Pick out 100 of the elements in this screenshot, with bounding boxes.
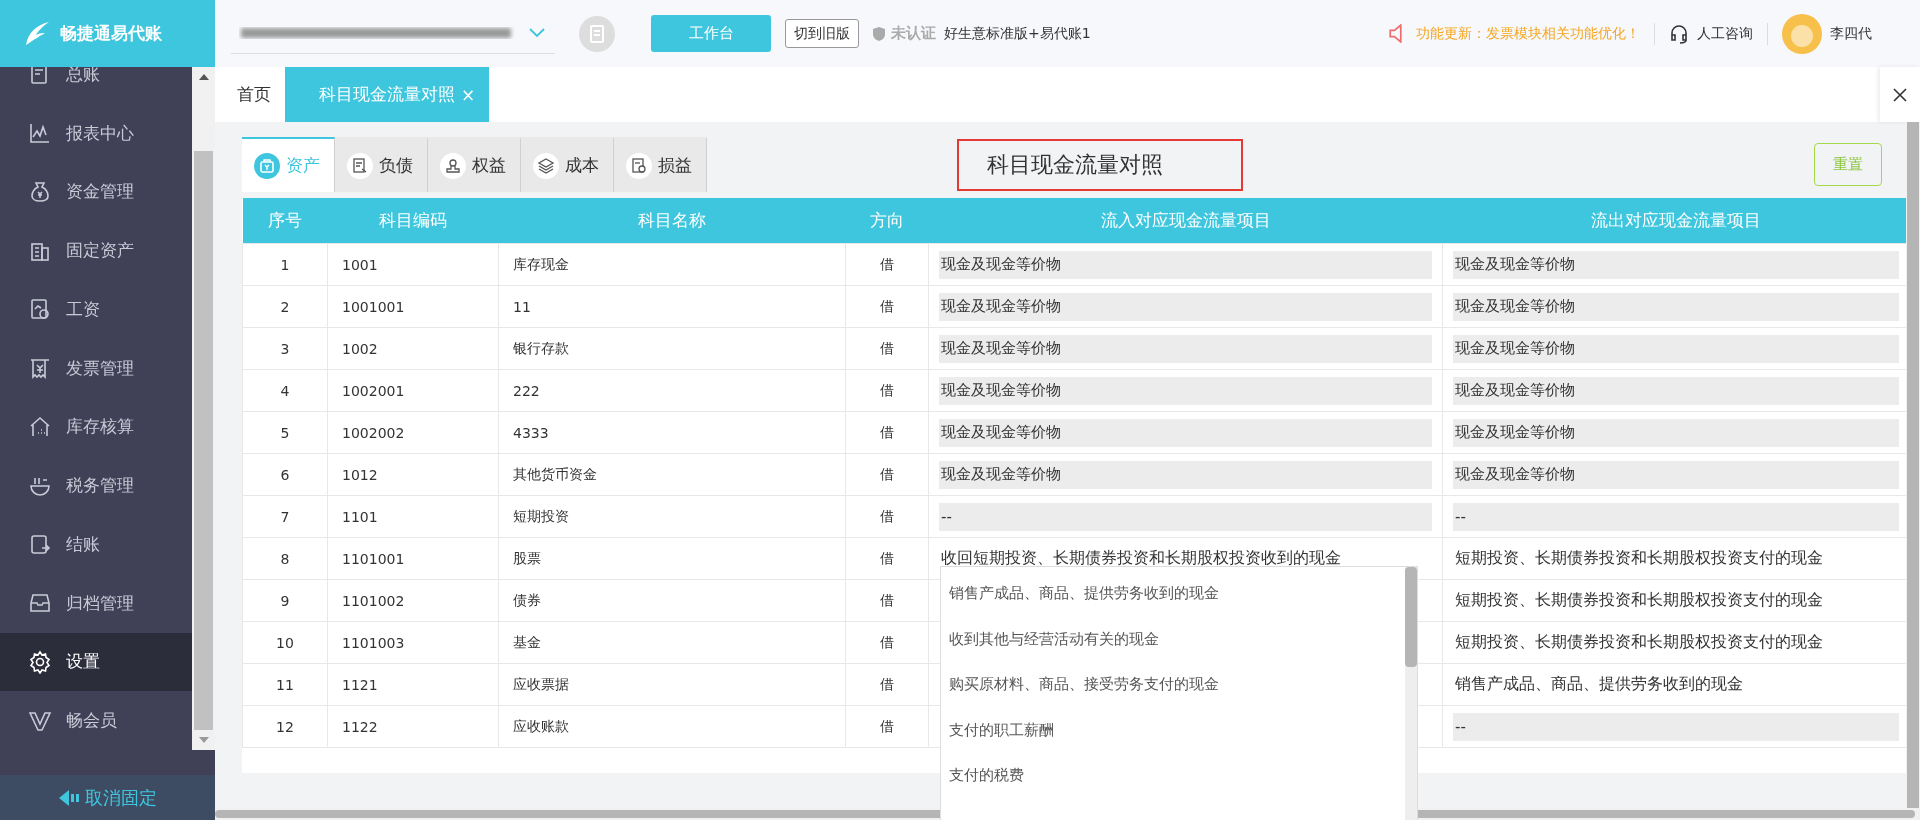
table-cell: 2 <box>242 285 328 328</box>
certification-status: 未认证 <box>891 24 936 43</box>
cash-flow-item[interactable]: 现金及现金等价物 <box>1453 334 1899 363</box>
stamp-icon <box>440 152 466 179</box>
cash-flow-item[interactable]: 现金及现金等价物 <box>939 292 1432 321</box>
sidebar-item[interactable]: 畅会员 <box>0 691 192 750</box>
table-cell: 3 <box>242 327 328 370</box>
receipt-icon <box>626 152 652 179</box>
sidebar-item[interactable]: 设置 <box>0 632 192 692</box>
table-cell: 股票 <box>498 537 846 580</box>
user-name[interactable]: 李四代 <box>1830 24 1872 43</box>
cash-flow-item[interactable]: 现金及现金等价物 <box>939 418 1432 447</box>
column-header: 方向 <box>845 198 929 244</box>
sidebar-item[interactable]: 工资 <box>0 280 192 339</box>
table-cell: 1012 <box>327 453 499 496</box>
sidebar-item[interactable]: 归档管理 <box>0 573 192 633</box>
table-cell: 借 <box>845 663 929 706</box>
table-cell: 债券 <box>498 579 846 622</box>
table-cell: 4 <box>242 369 328 412</box>
table-cell: 1001001 <box>327 285 499 328</box>
gear-icon <box>28 649 52 674</box>
table-cell: 基金 <box>498 621 846 664</box>
cash-flow-item[interactable]: 现金及现金等价物 <box>1453 250 1899 279</box>
column-header: 科目编码 <box>327 198 499 244</box>
cash-flow-item[interactable]: -- <box>1453 502 1899 531</box>
table-cell: 借 <box>845 537 929 580</box>
table-cell: 222 <box>498 369 846 412</box>
dropdown-option[interactable]: 支付的税费 <box>941 753 1405 799</box>
table-cell: 借 <box>845 705 929 748</box>
unpin-button[interactable]: 取消固定 <box>0 775 215 820</box>
table-cell: 8 <box>242 537 328 580</box>
table-cell: 1121 <box>327 663 499 706</box>
sidebar-item[interactable]: 资金管理 <box>0 162 192 222</box>
table-cell: 1101002 <box>327 579 499 622</box>
table-cell: 1002002 <box>327 411 499 454</box>
table-cell: 7 <box>242 495 328 538</box>
cash-flow-item[interactable]: 现金及现金等价物 <box>1453 292 1899 321</box>
clipboard-icon[interactable] <box>579 15 615 52</box>
scrollbar-thumb[interactable] <box>194 151 213 730</box>
cash-flow-item[interactable]: -- <box>939 502 1432 531</box>
sidebar-item[interactable]: 发票管理 <box>0 338 192 398</box>
table-cell: 11 <box>242 663 328 706</box>
table-cell: 4333 <box>498 411 846 454</box>
cash-flow-item[interactable]: 现金及现金等价物 <box>1453 376 1899 405</box>
table-cell: 1101003 <box>327 621 499 664</box>
receipt-icon <box>28 356 52 381</box>
table-cell: 银行存款 <box>498 327 846 370</box>
layers-icon <box>533 152 559 179</box>
table-cell: 借 <box>845 453 929 496</box>
table-cell: 借 <box>845 327 929 370</box>
table-cell: 6 <box>242 453 328 496</box>
cash-flow-item[interactable]: 现金及现金等价物 <box>939 376 1432 405</box>
dropdown-option[interactable]: 销售产成品、商品、提供劳务收到的现金 <box>941 571 1405 617</box>
table-cell: 9 <box>242 579 328 622</box>
sidebar-item[interactable]: 税务管理 <box>0 456 192 515</box>
line-chart-icon <box>28 121 52 146</box>
speaker-icon <box>1389 24 1402 43</box>
table-cell: 借 <box>845 621 929 664</box>
money-bag-icon <box>28 179 52 204</box>
scrollbar-thumb[interactable] <box>1405 567 1417 667</box>
table-cell: 借 <box>845 579 929 622</box>
table-cell: 1001 <box>327 243 499 286</box>
table-cell: 借 <box>845 285 929 328</box>
table-cell: 1002001 <box>327 369 499 412</box>
cash-flow-item[interactable]: 现金及现金等价物 <box>939 460 1432 489</box>
table-cell: 短期投资 <box>498 495 846 538</box>
table-cell: 应收票据 <box>498 663 846 706</box>
table-cell: 1122 <box>327 705 499 748</box>
collapse-icon <box>58 788 81 807</box>
cash-flow-item[interactable]: 现金及现金等价物 <box>939 334 1432 363</box>
page-title: 科目现金流量对照 <box>957 138 1243 191</box>
cash-flow-item[interactable]: 现金及现金等价物 <box>1453 418 1899 447</box>
cash-flow-item[interactable]: 现金及现金等价物 <box>1453 460 1899 489</box>
shield-icon <box>871 25 887 42</box>
table-cell: 借 <box>845 495 929 538</box>
document-icon <box>347 152 373 179</box>
table-cell: 1002 <box>327 327 499 370</box>
cash-flow-item[interactable]: 现金及现金等价物 <box>939 250 1432 279</box>
dropdown-option[interactable]: 支付的职工薪酬 <box>941 707 1405 753</box>
column-header: 序号 <box>242 198 328 244</box>
table-cell: 10 <box>242 621 328 664</box>
close-button[interactable] <box>1880 67 1920 122</box>
dropdown-option[interactable]: 收到其他与经营活动有关的现金 <box>941 616 1405 662</box>
avatar[interactable] <box>1782 13 1822 54</box>
sidebar-item[interactable]: 库存核算 <box>0 397 192 457</box>
table-cell: 11 <box>498 285 846 328</box>
scrollbar-thumb[interactable] <box>1907 122 1919 808</box>
table-cell: 借 <box>845 369 929 412</box>
table-cell: 1101 <box>327 495 499 538</box>
sidebar-item[interactable]: 报表中心 <box>0 103 192 163</box>
table-cell: 库存现金 <box>498 243 846 286</box>
table-cell: 1 <box>242 243 328 286</box>
old-version-button[interactable]: 切到旧版 <box>785 19 859 48</box>
sidebar-item[interactable]: 固定资产 <box>0 221 192 280</box>
sidebar-item[interactable]: 结账 <box>0 515 192 574</box>
table-cell: 其他货币资金 <box>498 453 846 496</box>
chevron-down-icon <box>529 28 545 38</box>
cash-flow-item[interactable]: -- <box>1453 712 1899 741</box>
table-cell: 5 <box>242 411 328 454</box>
support-link[interactable]: 人工咨询 <box>1697 24 1753 43</box>
